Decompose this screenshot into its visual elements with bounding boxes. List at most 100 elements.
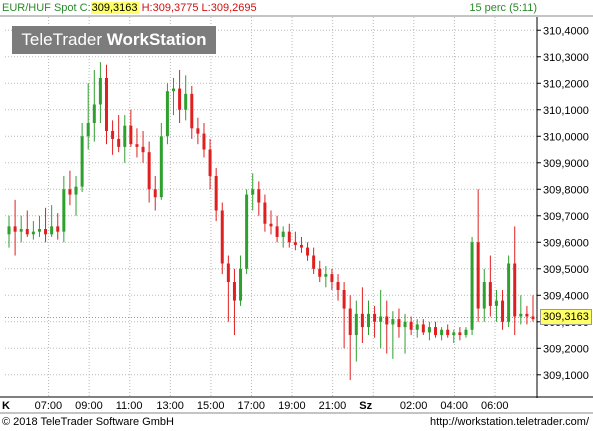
- candle-down: [385, 300, 389, 354]
- chart-header: EUR/HUF Spot C:309,3163 H:309,3775 L:309…: [0, 0, 593, 16]
- candle-down: [257, 181, 261, 216]
- candle-body: [135, 144, 139, 147]
- x-tick-label: 06:00: [481, 400, 509, 412]
- candle-body: [275, 226, 279, 237]
- candle-body: [336, 282, 340, 290]
- candle-body: [269, 223, 273, 227]
- candle-body: [257, 189, 261, 203]
- x-tick-label: 09:00: [75, 400, 103, 412]
- candle-down: [342, 282, 346, 349]
- high-value: 309,3775: [152, 2, 199, 14]
- candle-down: [306, 242, 310, 261]
- candle-down: [196, 117, 200, 145]
- candle-down: [111, 120, 115, 155]
- candle-body: [482, 282, 486, 309]
- website-link[interactable]: http://workstation.teletrader.com/: [430, 413, 589, 431]
- teletrader-logo: TeleTrader WorkStation: [12, 26, 216, 54]
- candle-down: [287, 223, 291, 248]
- candle-body: [208, 149, 212, 177]
- candle-body: [104, 77, 108, 131]
- candle-up: [159, 123, 163, 200]
- candle-body: [366, 313, 370, 328]
- candle-body: [19, 229, 23, 232]
- candle-body: [129, 125, 133, 145]
- low-value: 309,2695: [210, 2, 257, 14]
- candle-body: [501, 300, 505, 322]
- candle-down: [269, 210, 273, 235]
- x-tick-label: 15:00: [197, 400, 225, 412]
- candle-body: [123, 125, 127, 147]
- candle-body: [312, 255, 316, 269]
- candle-body: [74, 186, 78, 195]
- y-tick-label: 309,7000: [543, 211, 589, 223]
- candle-down: [293, 231, 297, 251]
- candle-body: [62, 189, 66, 232]
- chart-grid: [5, 17, 537, 396]
- candle-body: [397, 319, 401, 328]
- candle-down: [190, 85, 194, 139]
- candle-down: [360, 287, 364, 343]
- candle-body: [324, 274, 328, 277]
- candle-body: [458, 332, 462, 336]
- candle-body: [531, 316, 535, 320]
- candle-down: [44, 207, 48, 243]
- candle-up: [464, 327, 468, 338]
- candle-up: [37, 215, 41, 237]
- candle-body: [342, 289, 346, 309]
- x-axis: K 07:00 09:00 11:00 13:00 15:00 17:00 19:00 21:0…: [2, 400, 509, 412]
- candle-up: [427, 321, 431, 341]
- logo-text-bold: WorkStation: [106, 30, 207, 49]
- candle-body: [117, 138, 121, 147]
- candle-up: [19, 215, 23, 243]
- candle-up: [98, 62, 102, 124]
- candle-body: [153, 189, 157, 198]
- candle-body: [98, 77, 102, 105]
- close-label: C:: [79, 2, 91, 14]
- candle-body: [239, 268, 243, 301]
- candle-body: [147, 152, 151, 190]
- candle-body: [251, 189, 255, 195]
- candle-body: [111, 130, 115, 139]
- candle-body: [360, 313, 364, 328]
- low-label: L:: [201, 2, 211, 14]
- quote-summary: EUR/HUF Spot C:309,3163 H:309,3775 L:309…: [2, 0, 257, 16]
- candle-up: [74, 176, 78, 216]
- candle-body: [293, 242, 297, 245]
- price-chart[interactable]: 310,4000 310,3000 310,2000 310,1000 310,0000…: [0, 0, 593, 431]
- candle-body: [25, 229, 29, 235]
- candle-body: [354, 313, 358, 336]
- candle-down: [348, 295, 352, 381]
- y-tick-label: 310,2000: [543, 78, 589, 90]
- candle-body: [31, 231, 35, 235]
- candle-down: [397, 308, 401, 338]
- candle-body: [488, 282, 492, 306]
- candle-body: [373, 313, 377, 322]
- candle-up: [391, 311, 395, 359]
- candle-body: [452, 332, 456, 336]
- candle-body: [494, 300, 498, 306]
- candle-body: [178, 88, 182, 110]
- candle-down: [299, 236, 303, 253]
- y-axis: 310,4000 310,3000 310,2000 310,1000 310,0000…: [537, 25, 589, 382]
- candle-body: [287, 231, 291, 243]
- x-tick-label: 11:00: [116, 400, 143, 412]
- candle-up: [31, 221, 35, 240]
- y-tick-label: 309,4000: [543, 290, 589, 302]
- candle-up: [184, 75, 188, 121]
- candle-body: [440, 329, 444, 336]
- candle-up: [245, 189, 249, 275]
- y-tick-label: 310,3000: [543, 52, 589, 64]
- candle-down: [476, 189, 480, 322]
- candle-down: [318, 260, 322, 283]
- candle-body: [348, 308, 352, 336]
- candle-up: [172, 77, 176, 116]
- candle-body: [159, 136, 163, 198]
- candle-up: [165, 83, 169, 145]
- interval-label[interactable]: 15 perc (5:11): [469, 0, 537, 16]
- candle-down: [330, 268, 334, 290]
- candle-body: [190, 93, 194, 129]
- candle-body: [165, 91, 169, 137]
- last-price-tag: 309,3163: [540, 309, 592, 326]
- candle-body: [464, 329, 468, 336]
- candle-up: [440, 327, 444, 341]
